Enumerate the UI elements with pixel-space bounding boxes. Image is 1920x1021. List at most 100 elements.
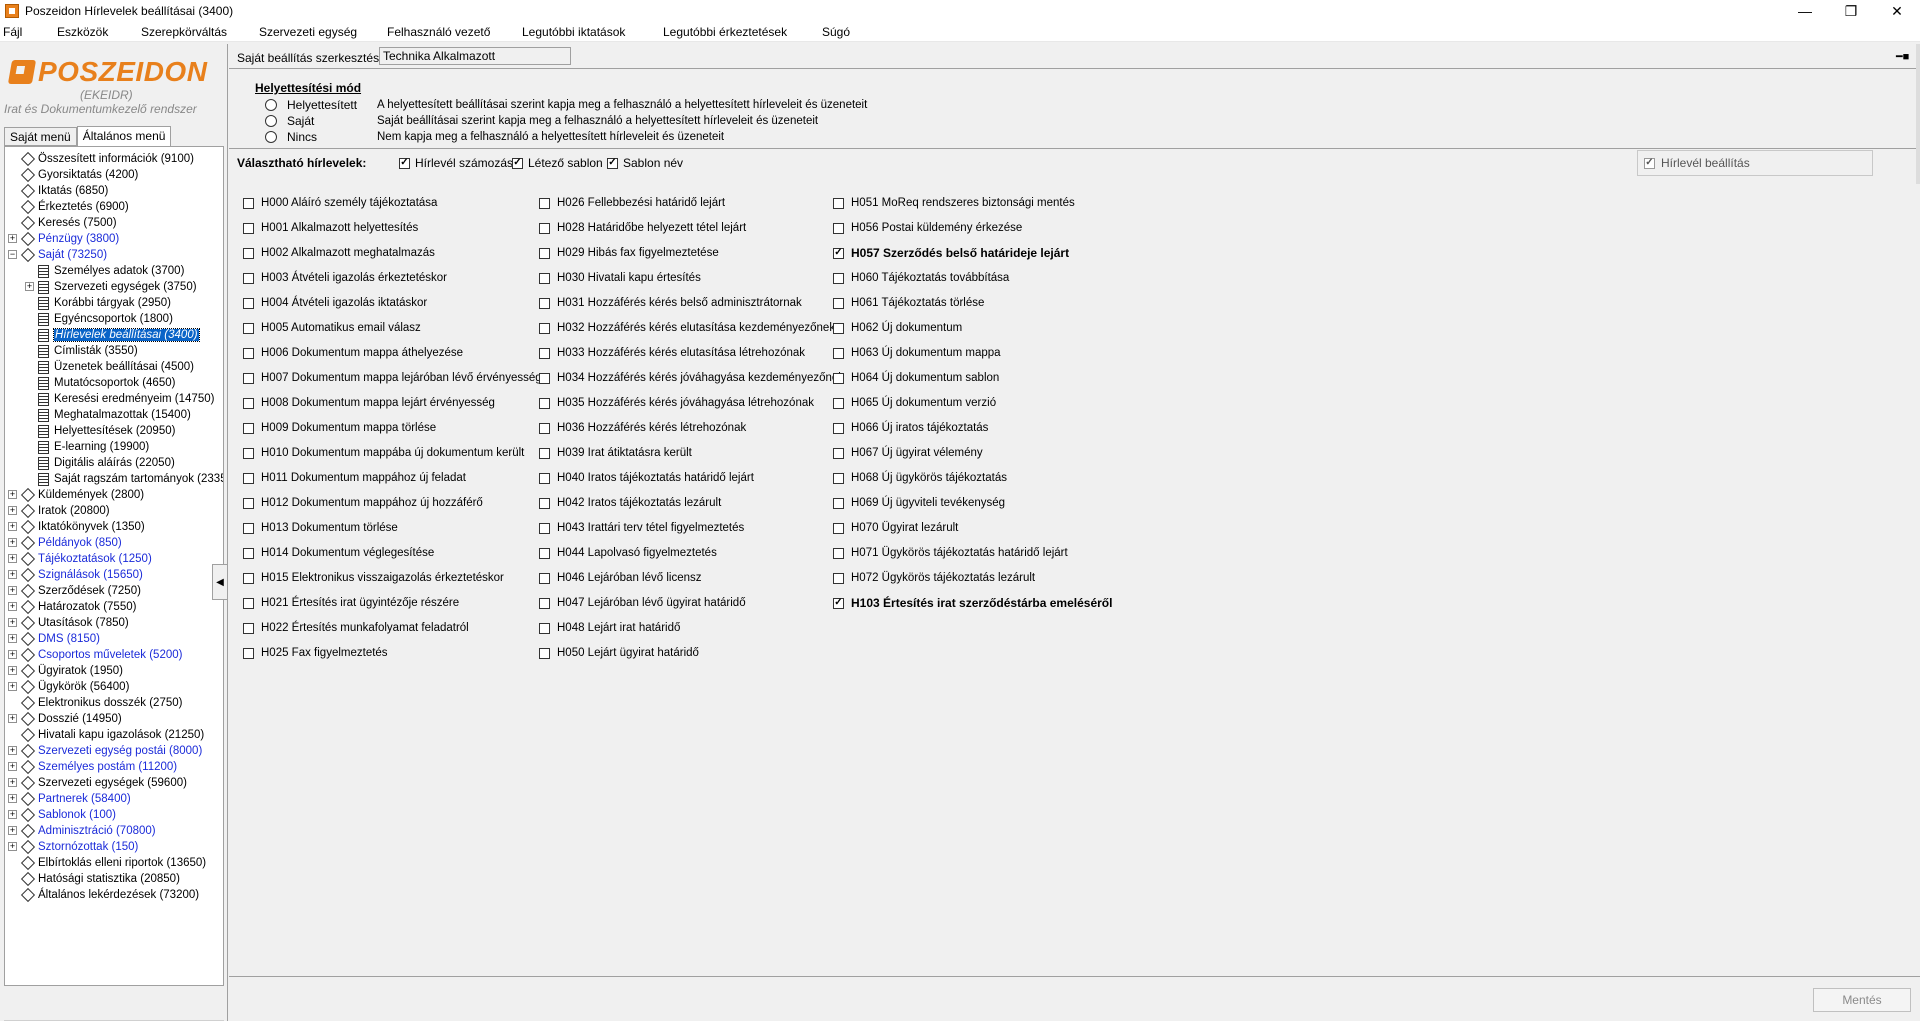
tree-item[interactable]: + Szervezeti egységek (3750) bbox=[25, 279, 197, 295]
expand-icon[interactable]: + bbox=[8, 778, 17, 787]
save-button[interactable]: Mentés bbox=[1813, 988, 1911, 1012]
newsletter-checkbox[interactable] bbox=[243, 397, 254, 409]
newsletter-option[interactable]: H063 Új dokumentum mappa bbox=[833, 345, 1001, 361]
tree-item[interactable]: + Szervezeti egységek (59600) bbox=[8, 775, 187, 791]
newsletter-checkbox[interactable] bbox=[833, 347, 844, 359]
newsletter-checkbox[interactable] bbox=[833, 222, 844, 234]
tree-item[interactable]: + Szervezeti egység postái (8000) bbox=[8, 743, 202, 759]
expand-icon[interactable]: + bbox=[8, 714, 17, 723]
tree-item[interactable]: Korábbi tárgyak (2950) bbox=[37, 295, 171, 311]
tree-item[interactable]: + Utasítások (7850) bbox=[8, 615, 129, 631]
newsletter-checkbox[interactable] bbox=[539, 572, 550, 584]
tree-item[interactable]: + Személyes postám (11200) bbox=[8, 759, 177, 775]
newsletter-option[interactable]: H001 Alkalmazott helyettesítés bbox=[243, 220, 418, 236]
newsletter-option[interactable]: H014 Dokumentum véglegesítése bbox=[243, 545, 434, 561]
newsletter-option[interactable]: H067 Új ügyirat vélemény bbox=[833, 445, 983, 461]
newsletter-checkbox[interactable] bbox=[539, 472, 550, 484]
expand-icon[interactable]: + bbox=[8, 810, 17, 819]
mode-option-nincs[interactable]: Nincs Nem kapja meg a felhasználó a hely… bbox=[265, 129, 724, 145]
tree-item[interactable]: + Szignálások (15650) bbox=[8, 567, 143, 583]
expand-icon[interactable]: + bbox=[8, 522, 17, 531]
newsletter-option[interactable]: H047 Lejáróban lévő ügyirat határidő bbox=[539, 595, 746, 611]
tree-item[interactable]: Érkeztetés (6900) bbox=[20, 199, 129, 215]
newsletter-option[interactable]: H030 Hivatali kapu értesítés bbox=[539, 270, 701, 286]
tree-item[interactable]: + Tájékoztatások (1250) bbox=[8, 551, 152, 567]
newsletter-checkbox[interactable] bbox=[833, 447, 844, 459]
newsletter-checkbox[interactable] bbox=[833, 497, 844, 509]
tree-item[interactable]: + Ügyiratok (1950) bbox=[8, 663, 123, 679]
close-button[interactable]: ✕ bbox=[1874, 0, 1920, 22]
expand-icon[interactable]: + bbox=[8, 506, 17, 515]
tree-item[interactable]: + Partnerek (58400) bbox=[8, 791, 131, 807]
newsletter-checkbox[interactable] bbox=[243, 547, 254, 559]
newsletter-option[interactable]: H007 Dokumentum mappa lejáróban lévő érv… bbox=[243, 370, 542, 386]
newsletter-option[interactable]: H070 Ügyirat lezárult bbox=[833, 520, 958, 536]
newsletter-checkbox[interactable] bbox=[539, 622, 550, 634]
newsletter-option[interactable]: H068 Új ügykörös tájékoztatás bbox=[833, 470, 1007, 486]
newsletter-checkbox[interactable] bbox=[539, 347, 550, 359]
tree-item[interactable]: + Iratok (20800) bbox=[8, 503, 110, 519]
newsletter-option[interactable]: H006 Dokumentum mappa áthelyezése bbox=[243, 345, 463, 361]
newsletter-checkbox[interactable] bbox=[833, 247, 844, 259]
newsletter-checkbox[interactable] bbox=[243, 272, 254, 284]
tree-item[interactable]: Összesített információk (9100) bbox=[20, 151, 194, 167]
newsletter-checkbox[interactable] bbox=[243, 597, 254, 609]
newsletter-option[interactable]: H042 Iratos tájékoztatás lezárult bbox=[539, 495, 721, 511]
newsletter-checkbox[interactable] bbox=[243, 222, 254, 234]
expand-icon[interactable]: + bbox=[8, 762, 17, 771]
tree-item[interactable]: E-learning (19900) bbox=[37, 439, 149, 455]
newsletter-checkbox[interactable] bbox=[539, 197, 550, 209]
newsletter-checkbox[interactable] bbox=[539, 497, 550, 509]
expand-icon[interactable]: + bbox=[8, 618, 17, 627]
menu-item[interactable]: Eszközök bbox=[57, 25, 108, 39]
menu-item[interactable]: Súgó bbox=[822, 25, 850, 39]
tree-item[interactable]: Elektronikus dosszék (2750) bbox=[20, 695, 182, 711]
newsletter-option[interactable]: H005 Automatikus email válasz bbox=[243, 320, 421, 336]
tree-item[interactable]: + Csoportos műveletek (5200) bbox=[8, 647, 182, 663]
newsletter-option[interactable]: H025 Fax figyelmeztetés bbox=[243, 645, 388, 661]
tree-item[interactable]: Személyes adatok (3700) bbox=[37, 263, 184, 279]
editor-user-field[interactable]: Technika Alkalmazott bbox=[379, 47, 571, 65]
newsletter-option[interactable]: H062 Új dokumentum bbox=[833, 320, 962, 336]
newsletter-option[interactable]: H072 Ügykörös tájékoztatás lezárult bbox=[833, 570, 1035, 586]
newsletter-checkbox[interactable] bbox=[539, 597, 550, 609]
newsletter-checkbox[interactable] bbox=[243, 347, 254, 359]
newsletter-setting-toggle[interactable]: Hírlevél beállítás bbox=[1637, 150, 1873, 176]
checkbox-hirlevel-szamozas[interactable] bbox=[399, 157, 410, 169]
newsletter-option[interactable]: H046 Lejáróban lévő licensz bbox=[539, 570, 701, 586]
newsletter-checkbox[interactable] bbox=[243, 472, 254, 484]
tree-item[interactable]: Iktatás (6850) bbox=[20, 183, 108, 199]
tree-item[interactable]: Hivatali kapu igazolások (21250) bbox=[20, 727, 204, 743]
newsletter-option[interactable]: H010 Dokumentum mappába új dokumentum ke… bbox=[243, 445, 524, 461]
tree-item[interactable]: Címlisták (3550) bbox=[37, 343, 138, 359]
newsletter-checkbox[interactable] bbox=[833, 297, 844, 309]
newsletter-checkbox[interactable] bbox=[539, 272, 550, 284]
newsletter-checkbox[interactable] bbox=[243, 247, 254, 259]
newsletter-checkbox[interactable] bbox=[833, 572, 844, 584]
expand-icon[interactable]: + bbox=[8, 538, 17, 547]
expand-icon[interactable]: + bbox=[8, 650, 17, 659]
newsletter-checkbox[interactable] bbox=[539, 297, 550, 309]
expand-icon[interactable]: + bbox=[8, 234, 17, 243]
newsletter-option[interactable]: H013 Dokumentum törlése bbox=[243, 520, 398, 536]
newsletter-checkbox[interactable] bbox=[539, 522, 550, 534]
tree-item[interactable]: Hatósági statisztika (20850) bbox=[20, 871, 180, 887]
newsletter-option[interactable]: H040 Iratos tájékoztatás határidő lejárt bbox=[539, 470, 754, 486]
tree-item[interactable]: Keresés (7500) bbox=[20, 215, 117, 231]
mode-option-helyettesitett[interactable]: Helyettesített A helyettesített beállítá… bbox=[265, 97, 867, 113]
radio-sajat[interactable] bbox=[265, 115, 277, 127]
newsletter-checkbox[interactable] bbox=[539, 247, 550, 259]
newsletter-checkbox[interactable] bbox=[833, 422, 844, 434]
newsletter-option[interactable]: H060 Tájékoztatás továbbítása bbox=[833, 270, 1009, 286]
newsletter-option[interactable]: H064 Új dokumentum sablon bbox=[833, 370, 999, 386]
newsletter-checkbox[interactable] bbox=[833, 197, 844, 209]
newsletter-checkbox[interactable] bbox=[243, 447, 254, 459]
expand-icon[interactable]: + bbox=[8, 602, 17, 611]
tree-item[interactable]: Meghatalmazottak (15400) bbox=[37, 407, 191, 423]
newsletter-option[interactable]: H008 Dokumentum mappa lejárt érvényesség bbox=[243, 395, 495, 411]
newsletter-checkbox[interactable] bbox=[243, 197, 254, 209]
tree-item[interactable]: + Ügykörök (56400) bbox=[8, 679, 129, 695]
menu-item[interactable]: Felhasználó vezető bbox=[387, 25, 490, 39]
tree-item[interactable]: + Példányok (850) bbox=[8, 535, 122, 551]
newsletter-option[interactable]: H003 Átvételi igazolás érkeztetéskor bbox=[243, 270, 447, 286]
